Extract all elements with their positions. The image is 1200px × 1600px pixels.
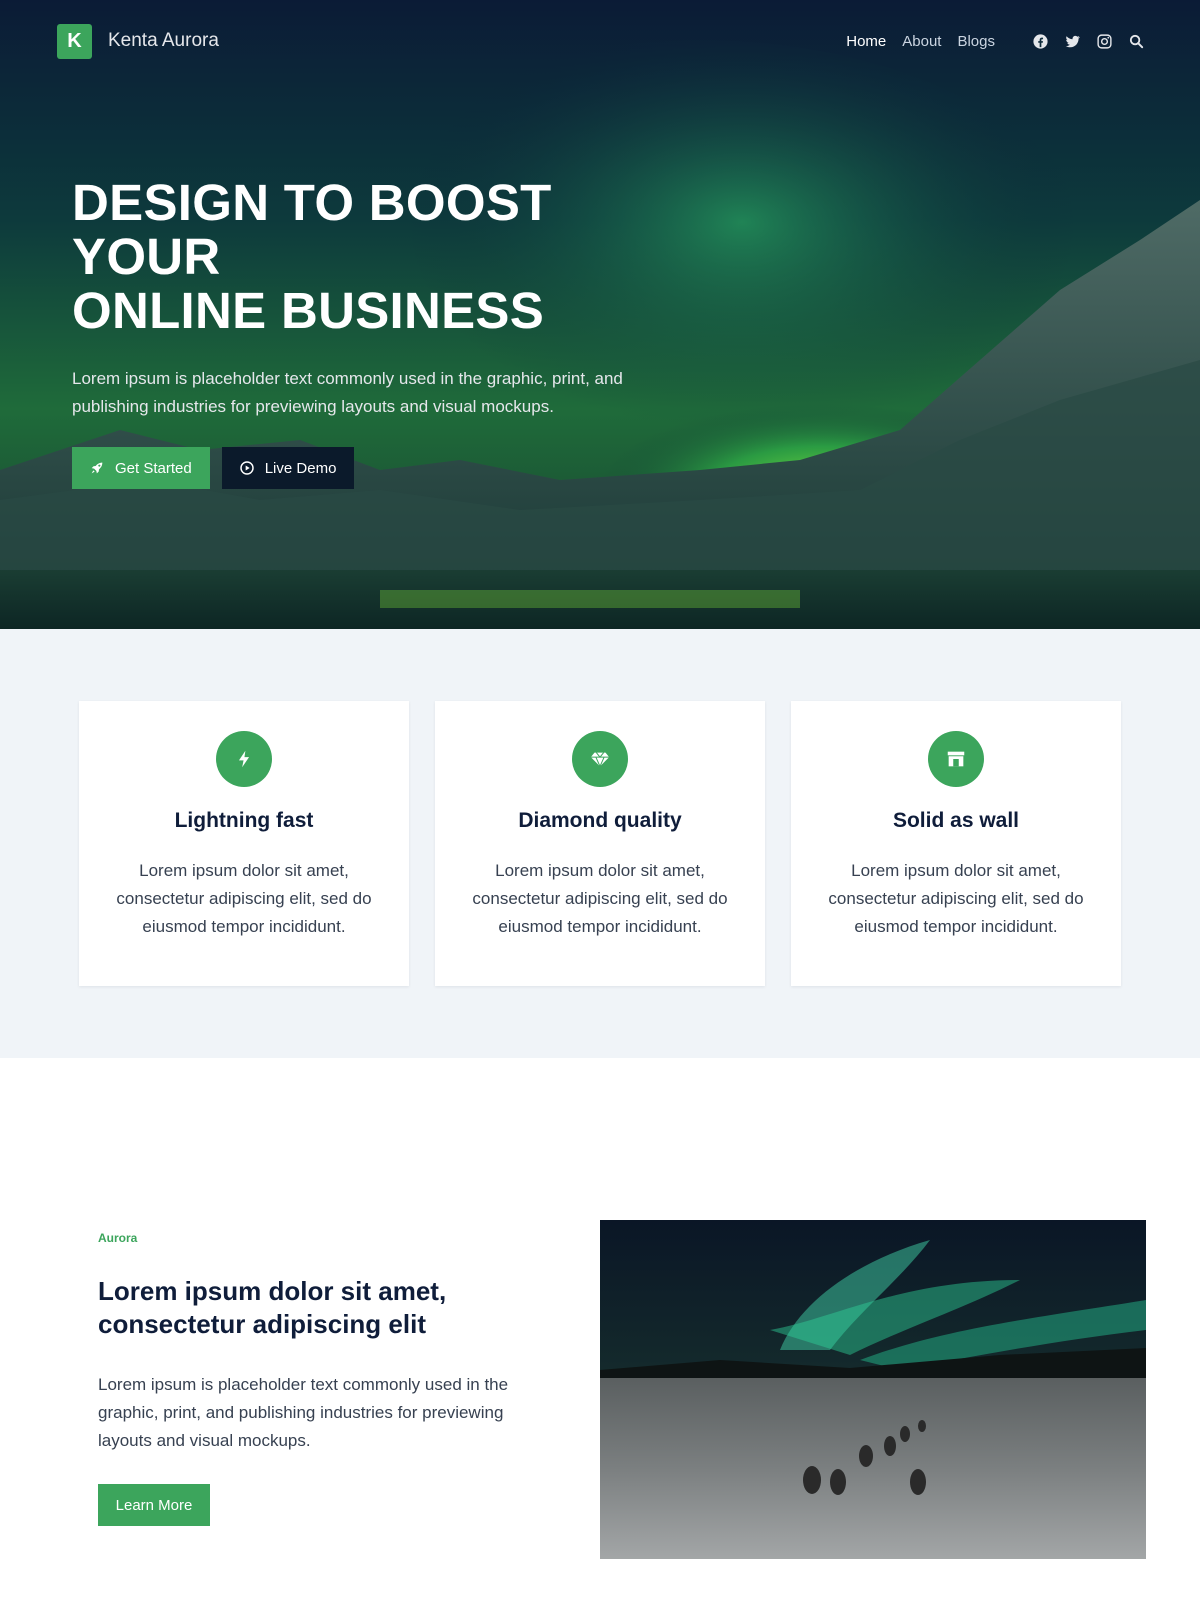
play-circle-icon bbox=[239, 460, 255, 476]
about-text: Lorem ipsum is placeholder text commonly… bbox=[98, 1375, 509, 1450]
brand-logo[interactable]: K Kenta Aurora bbox=[57, 23, 219, 59]
instagram-icon[interactable] bbox=[1095, 32, 1113, 50]
nav-links: Home About Blogs bbox=[830, 32, 1145, 50]
feature-title: Solid as wall bbox=[892, 809, 1020, 832]
about-title: Lorem ipsum dolor sit amet, consectetur … bbox=[98, 1275, 538, 1341]
about-title-line-2: consectetur adipiscing elit bbox=[98, 1309, 426, 1339]
feature-title: Diamond quality bbox=[518, 809, 682, 832]
feature-text: Lorem ipsum dolor sit amet, consectetur … bbox=[828, 861, 1084, 936]
feature-card-lightning: Lightning fast Lorem ipsum dolor sit ame… bbox=[79, 701, 409, 986]
diamond-icon bbox=[572, 731, 628, 787]
about-title-line-1: Lorem ipsum dolor sit amet, bbox=[98, 1276, 447, 1306]
live-demo-button[interactable]: Live Demo bbox=[221, 447, 355, 489]
nav-link-blogs[interactable]: Blogs bbox=[957, 33, 995, 50]
social-icons bbox=[1017, 32, 1145, 50]
about-section: Aurora Lorem ipsum dolor sit amet, conse… bbox=[0, 1058, 1200, 1600]
hero-title-line-2: ONLINE BUSINESS bbox=[72, 282, 545, 339]
feature-card-wall: Solid as wall Lorem ipsum dolor sit amet… bbox=[791, 701, 1121, 986]
hero-section: K Kenta Aurora Home About Blogs DESIGN T… bbox=[0, 0, 1200, 629]
about-content: Aurora Lorem ipsum dolor sit amet, conse… bbox=[98, 1231, 538, 1526]
hero-title-line-1: DESIGN TO BOOST YOUR bbox=[72, 174, 552, 285]
aurora-dogsled-image bbox=[600, 1220, 1146, 1559]
feature-text: Lorem ipsum dolor sit amet, consectetur … bbox=[472, 861, 728, 936]
hero-description: Lorem ipsum is placeholder text commonly… bbox=[72, 369, 623, 416]
hero-buttons: Get Started Live Demo bbox=[72, 447, 712, 489]
get-started-label: Get Started bbox=[115, 459, 192, 477]
learn-more-button[interactable]: Learn More bbox=[98, 1484, 210, 1526]
hero-title: DESIGN TO BOOST YOUR ONLINE BUSINESS bbox=[72, 176, 712, 338]
rocket-icon bbox=[89, 460, 105, 476]
top-navigation: K Kenta Aurora Home About Blogs bbox=[0, 0, 1200, 82]
facebook-icon[interactable] bbox=[1031, 32, 1049, 50]
get-started-button[interactable]: Get Started bbox=[72, 447, 210, 489]
features-section: Lightning fast Lorem ipsum dolor sit ame… bbox=[0, 629, 1200, 1058]
nav-link-about[interactable]: About bbox=[902, 33, 941, 50]
brand-name: Kenta Aurora bbox=[108, 30, 219, 51]
feature-title: Lightning fast bbox=[174, 809, 314, 832]
logo-mark: K bbox=[57, 23, 92, 59]
lightning-icon bbox=[216, 731, 272, 787]
live-demo-label: Live Demo bbox=[264, 459, 337, 477]
wall-icon bbox=[928, 731, 984, 787]
twitter-icon[interactable] bbox=[1063, 32, 1081, 50]
nav-link-home[interactable]: Home bbox=[846, 33, 886, 50]
feature-card-diamond: Diamond quality Lorem ipsum dolor sit am… bbox=[435, 701, 765, 986]
hero-content: DESIGN TO BOOST YOUR ONLINE BUSINESS Lor… bbox=[72, 176, 712, 489]
about-kicker: Aurora bbox=[98, 1231, 138, 1245]
feature-text: Lorem ipsum dolor sit amet, consectetur … bbox=[116, 861, 372, 936]
search-icon[interactable] bbox=[1127, 32, 1145, 50]
